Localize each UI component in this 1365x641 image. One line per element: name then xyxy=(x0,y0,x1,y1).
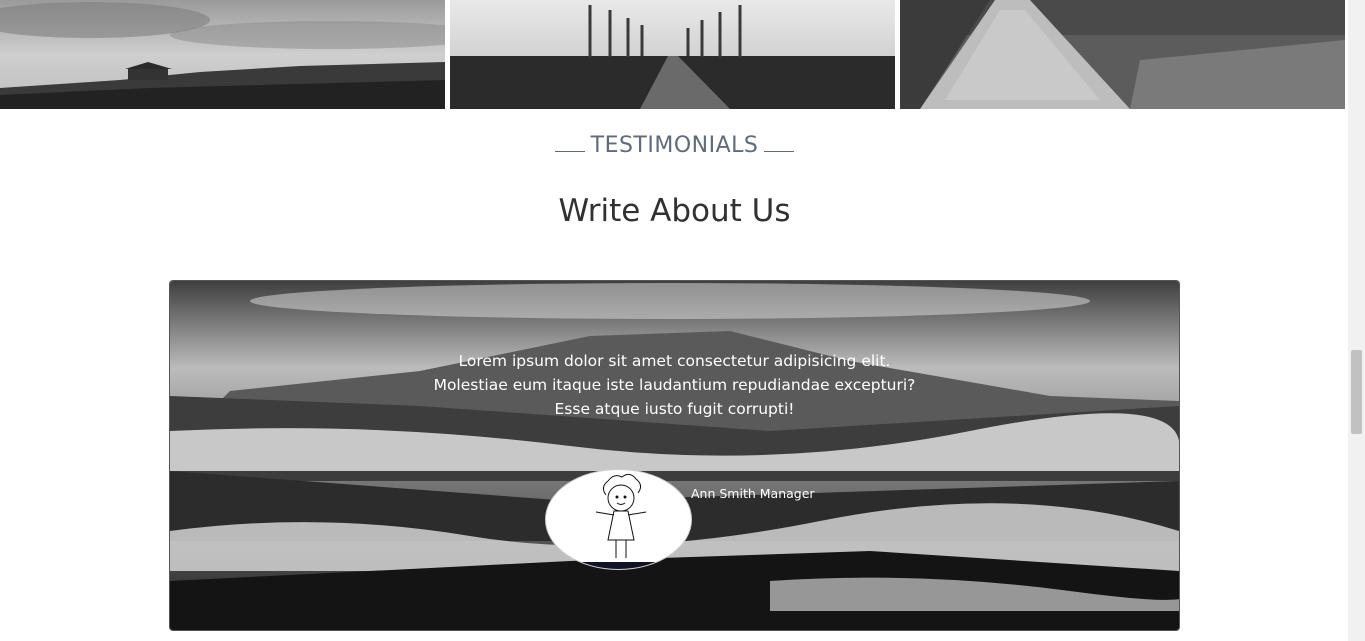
gallery-image-barn[interactable] xyxy=(0,0,445,109)
girl-drawing-icon xyxy=(546,473,691,569)
section-eyebrow: TESTIMONIALS xyxy=(0,133,1349,158)
testimonial-background-image xyxy=(170,281,1179,630)
testimonial-card: Lorem ipsum dolor sit amet consectetur a… xyxy=(170,281,1179,630)
scrollbar-thumb[interactable] xyxy=(1351,350,1362,434)
testimonial-quote: Lorem ipsum dolor sit amet consectetur a… xyxy=(433,352,916,418)
avatar xyxy=(545,469,692,570)
page-scrollbar[interactable] xyxy=(1348,0,1365,641)
eyebrow-right-rule xyxy=(764,133,795,152)
gallery-image-road[interactable] xyxy=(450,0,895,109)
eyebrow-left-rule xyxy=(554,133,585,152)
gallery-image-path[interactable] xyxy=(900,0,1345,109)
eyebrow-label: TESTIMONIALS xyxy=(590,133,759,158)
section-headline: Write About Us xyxy=(558,193,791,229)
gallery-strip xyxy=(0,0,1345,109)
testimonial-author: Ann Smith Manager xyxy=(691,486,815,501)
